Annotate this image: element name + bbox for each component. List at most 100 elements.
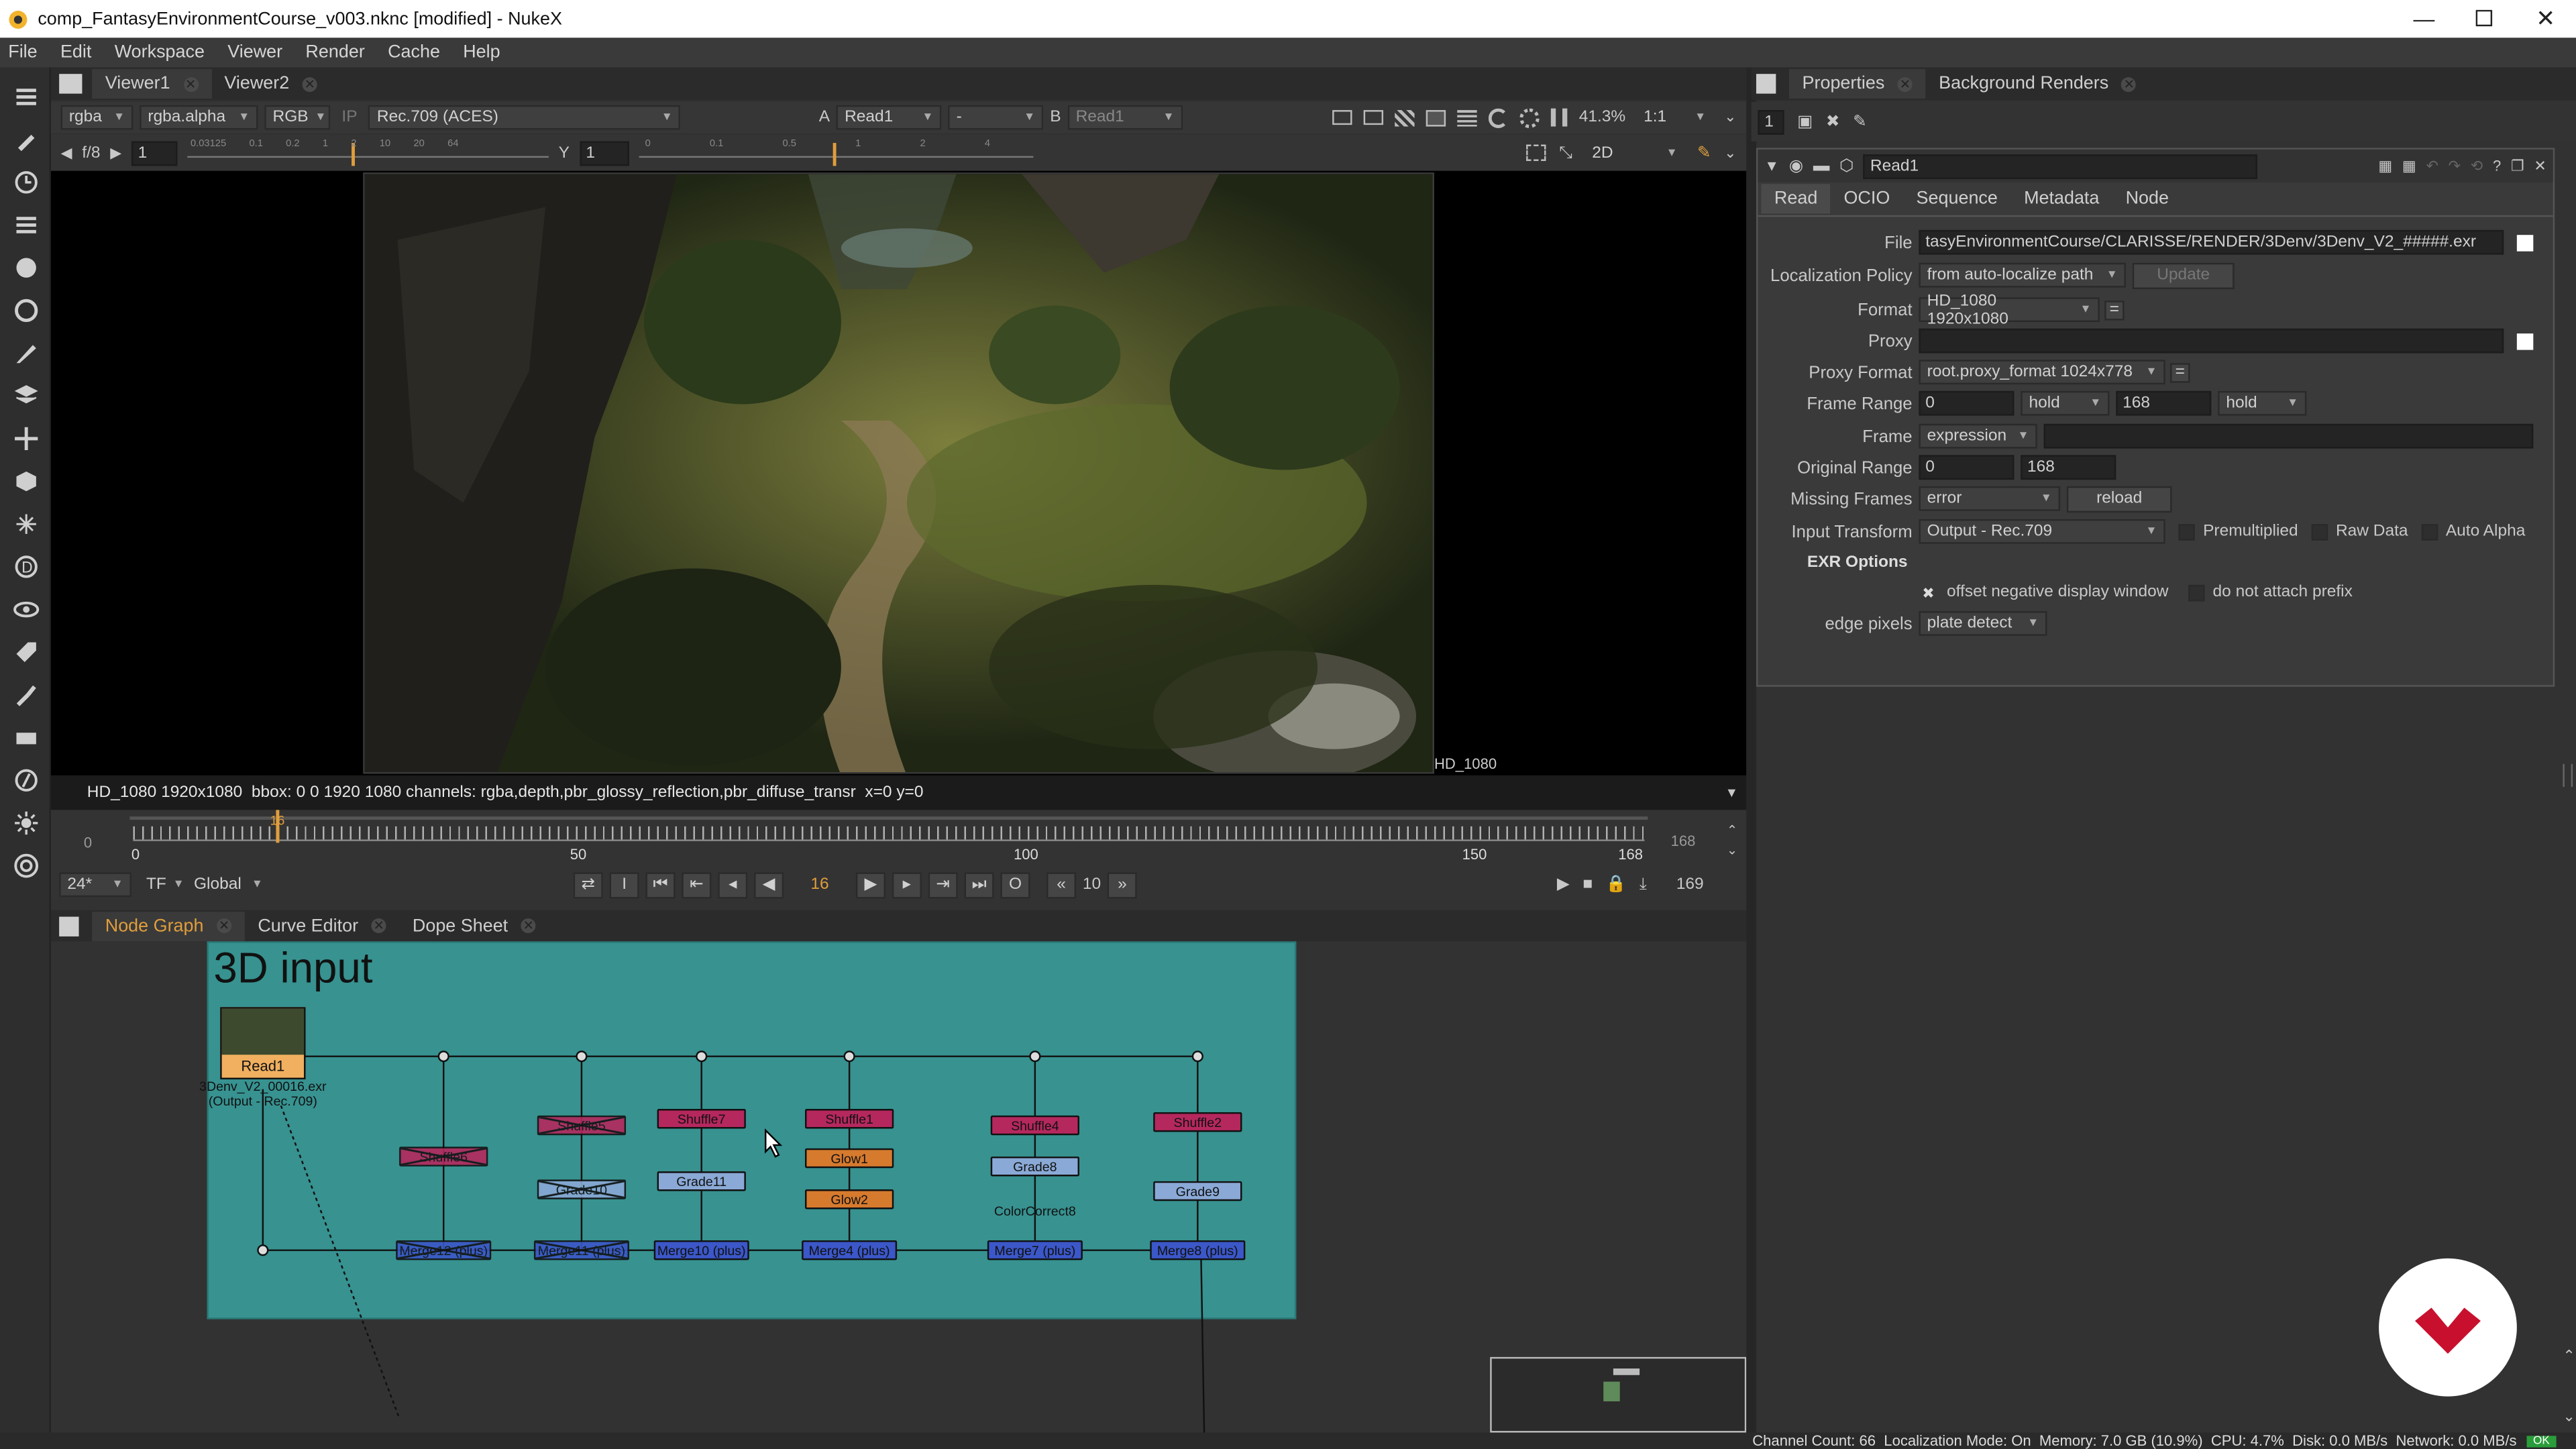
roi-icon[interactable] [1332,110,1352,125]
tab-curve-editor[interactable]: Curve Editor ✕ [245,911,400,941]
ip-button[interactable]: IP [341,109,357,127]
lock-icon[interactable]: 🔒 [1606,875,1626,894]
close-tab-icon[interactable]: ✕ [371,918,386,934]
node-graph-navigator[interactable] [1490,1356,1747,1433]
window-title-bar[interactable]: comp_FantasyEnvironmentCourse_v003.nknc … [0,0,2576,38]
properties-resize-handle[interactable] [2563,763,2573,788]
file-field[interactable]: tasyEnvironmentCourse/CLARISSE/RENDER/3D… [1919,229,2504,255]
out-frame-field[interactable]: 169 [1676,875,1704,894]
in-point-icon[interactable]: I [609,871,639,898]
undo-icon[interactable]: ↶ [2426,157,2438,175]
menu-file[interactable]: File [8,43,37,62]
timeline-down-icon[interactable]: ⌄ [1727,843,1737,857]
node-merge12[interactable]: Merge12 (plus) [396,1240,492,1260]
fstop-right-icon[interactable]: ▶ [110,144,121,162]
pane-menu-icon[interactable] [1756,74,1776,94]
node-icon[interactable]: ◉ [1789,157,1803,175]
gain-field[interactable]: 1 [131,140,178,166]
timeline-start-field[interactable]: 0 [84,835,92,851]
edit-icon[interactable]: ✎ [1853,113,1867,131]
node-grade10[interactable]: Grade10 [537,1179,627,1199]
close-tab-icon[interactable]: ✕ [217,918,232,934]
node-shuffle1[interactable]: Shuffle1 [805,1109,894,1129]
node-graph[interactable]: 3D input Read1 3Denv_V2_00016.exr (Outpu… [50,941,1747,1433]
frame-range-start-field[interactable]: 0 [1919,390,2015,416]
gear-icon[interactable] [1519,107,1540,127]
color-icon[interactable] [0,246,51,289]
furnace-icon[interactable] [0,759,51,802]
raw-data-checkbox[interactable] [2311,523,2328,540]
play-forward-icon[interactable]: ▶ [855,871,886,898]
scroll-up-icon[interactable]: ⌃ [2563,1347,2576,1365]
b-input-dropdown[interactable]: Read1 ▼ [1067,105,1183,130]
particles-icon[interactable] [0,502,51,545]
node-shuffle2[interactable]: Shuffle2 [1153,1112,1242,1132]
filter-icon[interactable] [0,289,51,332]
node-shuffle6[interactable]: Shuffle6 [399,1146,488,1167]
tab-viewer2[interactable]: Viewer2 ✕ [211,69,331,99]
node-merge7[interactable]: Merge7 (plus) [987,1240,1083,1260]
channel-icon[interactable] [0,204,51,247]
scrollbar-right[interactable]: ⌃ ⌄ [2563,1347,2576,1429]
offset-window-checkbox[interactable]: ✖ [1922,584,1938,600]
ratio-dropdown[interactable]: 1:1 ▼ [1637,105,1713,130]
menu-cache[interactable]: Cache [388,43,440,62]
collapse-panel-icon[interactable]: ▼ [1764,158,1779,174]
pane-menu-icon[interactable] [59,74,83,94]
proxy-field[interactable] [1919,328,2504,354]
node-grade8[interactable]: Grade8 [990,1157,1079,1177]
node-shuffle4[interactable]: Shuffle4 [990,1115,1079,1136]
format-edit-button[interactable]: = [2104,299,2125,320]
timeline-end-field[interactable]: 168 [1671,833,1696,849]
step-field[interactable]: 10 [1083,875,1101,894]
node-colorcorrect8[interactable]: ColorCorrect8 [987,1203,1083,1222]
node-shuffle5[interactable]: Shuffle5 [537,1115,627,1136]
subtab-read[interactable]: Read [1761,184,1831,214]
view-mode-dropdown[interactable]: 2D ▼ [1585,140,1684,165]
record-icon[interactable]: ■ [1582,875,1593,894]
gain-slider[interactable]: 0.03125 0.1 0.2 1 2 10 20 64 [187,140,549,166]
loop-icon[interactable]: ⇄ [573,871,603,898]
float-icon[interactable]: ⬡ [1839,157,1854,175]
node-glow1[interactable]: Glow1 [805,1148,894,1169]
node-grade11[interactable]: Grade11 [657,1171,746,1191]
missing-frames-dropdown[interactable]: error ▼ [1919,486,2061,511]
viewer-more-chevron-icon[interactable]: ⌄ [1724,144,1736,162]
wipe-icon[interactable] [1395,109,1415,126]
lock-icon[interactable]: ▣ [1797,113,1813,131]
time-icon[interactable] [0,161,51,204]
original-start-field[interactable]: 0 [1919,455,2015,480]
subtab-ocio[interactable]: OCIO [1831,184,1903,213]
overlay-icon[interactable] [1426,109,1446,126]
close-icon[interactable]: ✕ [2515,0,2576,38]
frame-range-end-field[interactable]: 168 [2116,390,2212,416]
close-tab-icon[interactable]: ✕ [2121,76,2137,91]
localization-dropdown[interactable]: from auto-localize path ▼ [1919,262,2126,288]
channels-dropdown[interactable]: rgba ▼ [60,105,133,130]
paint-brush-icon[interactable]: ✎ [1697,144,1711,162]
pane-menu-icon[interactable] [59,916,79,936]
float-panel-icon[interactable]: ❐ [2511,157,2524,175]
view-node-icon[interactable]: ▬ [1813,157,1829,175]
info-expand-icon[interactable]: ▼ [1725,786,1738,800]
proxy-format-edit-button[interactable]: = [2170,362,2190,382]
transform-icon[interactable] [0,417,51,460]
node-merge4[interactable]: Merge4 (plus) [802,1240,898,1260]
other-icon[interactable] [0,716,51,759]
axis-icon[interactable]: ⤡ [1559,144,1572,162]
views-icon[interactable] [0,588,51,631]
alpha-dropdown[interactable]: rgba.alpha ▼ [140,105,258,130]
draw-icon[interactable] [0,118,51,161]
premultiplied-checkbox[interactable] [2178,523,2195,540]
safe-area-icon[interactable] [1363,110,1384,125]
step-back-icon[interactable]: « [1046,871,1077,898]
tab-background-renders[interactable]: Background Renders ✕ [1926,69,2150,99]
close-tab-icon[interactable]: ✕ [302,76,317,91]
menu-viewer[interactable]: Viewer [227,43,282,62]
frame-range-after-dropdown[interactable]: hold ▼ [2218,390,2307,416]
toolsets-icon[interactable] [0,674,51,716]
image-nodes-icon[interactable] [0,76,51,119]
minimize-icon[interactable]: — [2394,0,2455,38]
first-frame-icon[interactable]: ⏮ [645,871,676,898]
tab-node-graph[interactable]: Node Graph ✕ [92,910,245,941]
